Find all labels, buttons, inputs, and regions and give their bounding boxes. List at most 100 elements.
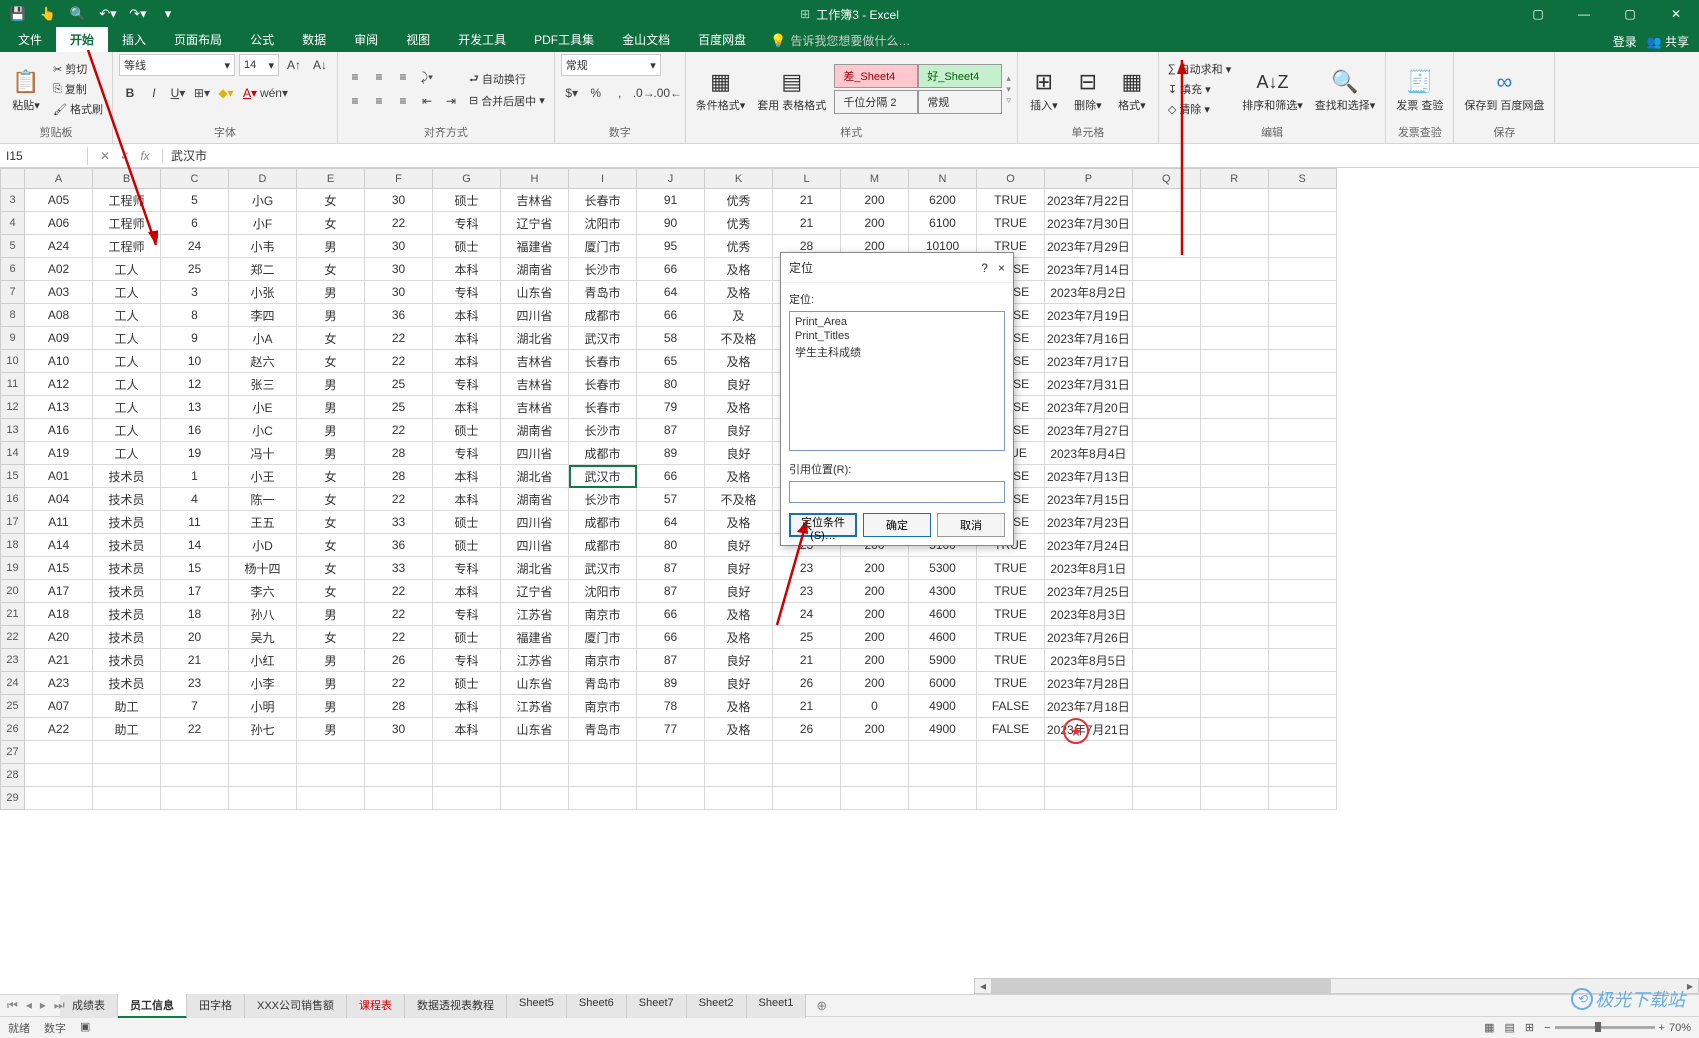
- cell[interactable]: A06: [25, 212, 93, 235]
- cell[interactable]: [773, 787, 841, 810]
- cell[interactable]: 3: [161, 281, 229, 304]
- cell[interactable]: [637, 764, 705, 787]
- cell[interactable]: 6200: [909, 189, 977, 212]
- cell[interactable]: 辽宁省: [501, 580, 569, 603]
- cell[interactable]: 65: [637, 350, 705, 373]
- cell[interactable]: 男: [297, 281, 365, 304]
- tab-file[interactable]: 文件: [4, 27, 56, 52]
- row-header[interactable]: 18: [1, 534, 25, 557]
- cell[interactable]: 2023年7月15日: [1045, 488, 1133, 511]
- cell[interactable]: [1200, 580, 1268, 603]
- zoom-slider[interactable]: [1555, 1026, 1655, 1029]
- cell[interactable]: [1268, 626, 1336, 649]
- cell[interactable]: [1200, 534, 1268, 557]
- cell[interactable]: [1268, 212, 1336, 235]
- cell[interactable]: 硕士: [433, 626, 501, 649]
- cell[interactable]: 18: [161, 603, 229, 626]
- row-header[interactable]: 23: [1, 649, 25, 672]
- cell[interactable]: A21: [25, 649, 93, 672]
- row-header[interactable]: 16: [1, 488, 25, 511]
- cell[interactable]: [705, 764, 773, 787]
- cell[interactable]: [1132, 488, 1200, 511]
- cell[interactable]: 200: [841, 649, 909, 672]
- cell[interactable]: 专科: [433, 557, 501, 580]
- delete-cells-button[interactable]: ⊟删除▾: [1068, 64, 1108, 114]
- cell[interactable]: [1268, 672, 1336, 695]
- cell[interactable]: 及格: [705, 626, 773, 649]
- cell[interactable]: 助工: [93, 695, 161, 718]
- cell[interactable]: 女: [297, 350, 365, 373]
- cell[interactable]: 厦门市: [569, 626, 637, 649]
- cell[interactable]: 2023年7月26日: [1045, 626, 1133, 649]
- column-header[interactable]: M: [841, 169, 909, 189]
- cell[interactable]: 良好: [705, 373, 773, 396]
- cell[interactable]: [365, 741, 433, 764]
- cell[interactable]: 7: [161, 695, 229, 718]
- cell[interactable]: 工人: [93, 327, 161, 350]
- cell[interactable]: TRUE: [977, 212, 1045, 235]
- cell[interactable]: 工程师: [93, 235, 161, 258]
- view-break-icon[interactable]: ⊞: [1525, 1021, 1534, 1034]
- cell[interactable]: 24: [773, 603, 841, 626]
- cell[interactable]: [161, 787, 229, 810]
- cell[interactable]: [977, 764, 1045, 787]
- cell[interactable]: 小C: [229, 419, 297, 442]
- cell[interactable]: 技术员: [93, 488, 161, 511]
- cell[interactable]: 及格: [705, 350, 773, 373]
- cell[interactable]: [501, 741, 569, 764]
- cell[interactable]: TRUE: [977, 603, 1045, 626]
- row-header[interactable]: 12: [1, 396, 25, 419]
- dialog-help-icon[interactable]: ?: [981, 261, 988, 275]
- name-box[interactable]: I15: [0, 147, 88, 165]
- cell[interactable]: 南京市: [569, 603, 637, 626]
- cell[interactable]: 91: [637, 189, 705, 212]
- tab-layout[interactable]: 页面布局: [160, 27, 236, 52]
- cell[interactable]: [1200, 304, 1268, 327]
- style-more-icon[interactable]: ▿: [1006, 95, 1011, 106]
- cell[interactable]: 2023年7月16日: [1045, 327, 1133, 350]
- cell[interactable]: [1132, 258, 1200, 281]
- cell[interactable]: 本科: [433, 350, 501, 373]
- cell[interactable]: 山东省: [501, 718, 569, 741]
- cell[interactable]: 女: [297, 557, 365, 580]
- cell[interactable]: [297, 787, 365, 810]
- conditional-format-button[interactable]: ▦条件格式▾: [692, 64, 750, 114]
- sheet-tab[interactable]: Sheet5: [507, 994, 567, 1018]
- cell[interactable]: [25, 764, 93, 787]
- sheet-tab[interactable]: Sheet6: [567, 994, 627, 1018]
- cell[interactable]: [1200, 419, 1268, 442]
- cell[interactable]: 36: [365, 304, 433, 327]
- cell[interactable]: 200: [841, 672, 909, 695]
- cell[interactable]: 4600: [909, 626, 977, 649]
- cell[interactable]: 及: [705, 304, 773, 327]
- cell[interactable]: [93, 764, 161, 787]
- cell[interactable]: TRUE: [977, 557, 1045, 580]
- cell[interactable]: [1200, 189, 1268, 212]
- cell[interactable]: 专科: [433, 603, 501, 626]
- cell[interactable]: [1132, 603, 1200, 626]
- cell[interactable]: [977, 741, 1045, 764]
- cell[interactable]: [1200, 764, 1268, 787]
- cell[interactable]: 200: [841, 189, 909, 212]
- inc-decimal-icon[interactable]: .0→: [633, 82, 655, 104]
- cell[interactable]: [1132, 764, 1200, 787]
- cell[interactable]: [1132, 557, 1200, 580]
- cell[interactable]: 30: [365, 189, 433, 212]
- cell[interactable]: 良好: [705, 419, 773, 442]
- cell[interactable]: 8: [161, 304, 229, 327]
- cell[interactable]: 女: [297, 511, 365, 534]
- cell[interactable]: [569, 764, 637, 787]
- cell[interactable]: [1132, 787, 1200, 810]
- cell[interactable]: 技术员: [93, 603, 161, 626]
- cell[interactable]: A05: [25, 189, 93, 212]
- cell[interactable]: [569, 741, 637, 764]
- cell[interactable]: 57: [637, 488, 705, 511]
- align-left-icon[interactable]: ≡: [344, 90, 366, 112]
- cell[interactable]: [25, 741, 93, 764]
- cell[interactable]: [1200, 442, 1268, 465]
- cell[interactable]: 21: [773, 695, 841, 718]
- cell[interactable]: 吉林省: [501, 189, 569, 212]
- cell[interactable]: 本科: [433, 258, 501, 281]
- cell[interactable]: 四川省: [501, 534, 569, 557]
- align-middle-icon[interactable]: ≡: [368, 66, 390, 88]
